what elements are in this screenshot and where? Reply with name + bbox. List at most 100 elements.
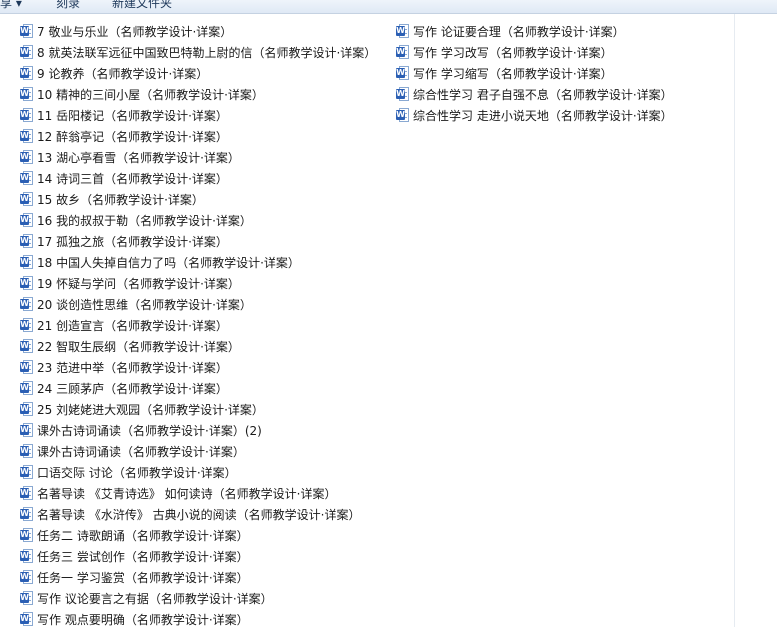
- word-document-icon: W: [20, 528, 33, 542]
- file-item[interactable]: W 名著导读 《艾青诗选》 如何读诗（名师教学设计·详案）: [20, 483, 336, 503]
- file-name: 课外古诗词诵读（名师教学设计·详案）: [37, 444, 245, 459]
- word-document-icon: W: [20, 150, 33, 164]
- file-item[interactable]: W 23 范进中举（名师教学设计·详案）: [20, 357, 228, 377]
- file-item[interactable]: W 21 创造宣言（名师教学设计·详案）: [20, 315, 228, 335]
- file-item[interactable]: W 写作 论证要合理（名师教学设计·详案）: [396, 21, 625, 41]
- word-document-icon: W: [20, 171, 33, 185]
- preview-pane: [735, 14, 777, 627]
- file-name: 任务三 尝试创作（名师教学设计·详案）: [37, 549, 249, 564]
- word-document-icon: W: [20, 465, 33, 479]
- file-item[interactable]: W 18 中国人失掉自信力了吗（名师教学设计·详案）: [20, 252, 300, 272]
- word-document-icon: W: [20, 255, 33, 269]
- file-item[interactable]: W 名著导读 《水浒传》 古典小说的阅读（名师教学设计·详案）: [20, 504, 360, 524]
- file-name: 12 醉翁亭记（名师教学设计·详案）: [37, 129, 228, 144]
- file-item[interactable]: W 20 谈创造性思维（名师教学设计·详案）: [20, 294, 252, 314]
- file-item[interactable]: W 任务三 尝试创作（名师教学设计·详案）: [20, 546, 249, 566]
- file-item[interactable]: W 19 怀疑与学问（名师教学设计·详案）: [20, 273, 240, 293]
- explorer-window: 享 ▾ 刻录 新建文件夹 W 7 敬业与乐业（名师教学设计·详案） W 8 就英法联军…: [0, 0, 777, 627]
- word-document-icon: W: [396, 24, 409, 38]
- file-name: 11 岳阳楼记（名师教学设计·详案）: [37, 108, 228, 123]
- new-folder-button[interactable]: 新建文件夹: [112, 0, 172, 11]
- word-document-icon: W: [396, 87, 409, 101]
- file-item[interactable]: W 任务一 学习鉴赏（名师教学设计·详案）: [20, 567, 249, 587]
- file-name: 10 精神的三间小屋（名师教学设计·详案）: [37, 87, 264, 102]
- word-document-icon: W: [20, 486, 33, 500]
- file-name: 综合性学习 走进小说天地（名师教学设计·详案）: [413, 108, 673, 123]
- file-list[interactable]: W 7 敬业与乐业（名师教学设计·详案） W 8 就英法联军远征中国致巴特勒上尉的信（…: [0, 14, 734, 627]
- file-item[interactable]: W 25 刘姥姥进大观园（名师教学设计·详案）: [20, 399, 264, 419]
- word-document-icon: W: [20, 339, 33, 353]
- file-item[interactable]: W 综合性学习 君子自强不息（名师教学设计·详案）: [396, 84, 673, 104]
- file-name: 18 中国人失掉自信力了吗（名师教学设计·详案）: [37, 255, 300, 270]
- share-menu-button[interactable]: 享 ▾: [0, 0, 22, 11]
- word-document-icon: W: [20, 381, 33, 395]
- word-document-icon: W: [396, 66, 409, 80]
- word-document-icon: W: [20, 87, 33, 101]
- file-item[interactable]: W 12 醉翁亭记（名师教学设计·详案）: [20, 126, 228, 146]
- file-name: 8 就英法联军远征中国致巴特勒上尉的信（名师教学设计·详案）: [37, 45, 377, 60]
- file-item[interactable]: W 写作 学习改写（名师教学设计·详案）: [396, 42, 613, 62]
- file-name: 17 孤独之旅（名师教学设计·详案）: [37, 234, 228, 249]
- word-document-icon: W: [396, 108, 409, 122]
- file-item[interactable]: W 11 岳阳楼记（名师教学设计·详案）: [20, 105, 228, 125]
- word-document-icon: W: [20, 45, 33, 59]
- word-document-icon: W: [20, 402, 33, 416]
- word-document-icon: W: [20, 24, 33, 38]
- file-item[interactable]: W 课外古诗词诵读（名师教学设计·详案）(2): [20, 420, 262, 440]
- file-item[interactable]: W 14 诗词三首（名师教学设计·详案）: [20, 168, 228, 188]
- word-document-icon: W: [20, 612, 33, 626]
- file-item[interactable]: W 写作 学习缩写（名师教学设计·详案）: [396, 63, 613, 83]
- file-name: 23 范进中举（名师教学设计·详案）: [37, 360, 228, 375]
- file-name: 任务一 学习鉴赏（名师教学设计·详案）: [37, 570, 249, 585]
- word-document-icon: W: [20, 66, 33, 80]
- word-document-icon: W: [20, 507, 33, 521]
- word-document-icon: W: [20, 360, 33, 374]
- file-item[interactable]: W 综合性学习 走进小说天地（名师教学设计·详案）: [396, 105, 673, 125]
- word-document-icon: W: [20, 234, 33, 248]
- file-name: 写作 议论要言之有据（名师教学设计·详案）: [37, 591, 273, 606]
- file-item[interactable]: W 24 三顾茅庐（名师教学设计·详案）: [20, 378, 228, 398]
- file-name: 写作 学习缩写（名师教学设计·详案）: [413, 66, 613, 81]
- word-document-icon: W: [20, 591, 33, 605]
- word-document-icon: W: [20, 129, 33, 143]
- file-item[interactable]: W 口语交际 讨论（名师教学设计·详案）: [20, 462, 237, 482]
- file-item[interactable]: W 课外古诗词诵读（名师教学设计·详案）: [20, 441, 245, 461]
- word-document-icon: W: [396, 45, 409, 59]
- file-item[interactable]: W 17 孤独之旅（名师教学设计·详案）: [20, 231, 228, 251]
- file-name: 15 故乡（名师教学设计·详案）: [37, 192, 204, 207]
- file-name: 14 诗词三首（名师教学设计·详案）: [37, 171, 228, 186]
- file-name: 写作 论证要合理（名师教学设计·详案）: [413, 24, 625, 39]
- file-name: 16 我的叔叔于勒（名师教学设计·详案）: [37, 213, 252, 228]
- file-item[interactable]: W 13 湖心亭看雪（名师教学设计·详案）: [20, 147, 240, 167]
- file-item[interactable]: W 7 敬业与乐业（名师教学设计·详案）: [20, 21, 232, 41]
- file-name: 写作 观点要明确（名师教学设计·详案）: [37, 612, 249, 627]
- word-document-icon: W: [20, 108, 33, 122]
- word-document-icon: W: [20, 297, 33, 311]
- file-item[interactable]: W 22 智取生辰纲（名师教学设计·详案）: [20, 336, 240, 356]
- file-name: 20 谈创造性思维（名师教学设计·详案）: [37, 297, 252, 312]
- file-item[interactable]: W 写作 观点要明确（名师教学设计·详案）: [20, 609, 249, 627]
- file-name: 7 敬业与乐业（名师教学设计·详案）: [37, 24, 233, 39]
- file-item[interactable]: W 8 就英法联军远征中国致巴特勒上尉的信（名师教学设计·详案）: [20, 42, 376, 62]
- word-document-icon: W: [20, 549, 33, 563]
- word-document-icon: W: [20, 276, 33, 290]
- word-document-icon: W: [20, 423, 33, 437]
- file-name: 口语交际 讨论（名师教学设计·详案）: [37, 465, 237, 480]
- file-item[interactable]: W 写作 议论要言之有据（名师教学设计·详案）: [20, 588, 273, 608]
- file-name: 13 湖心亭看雪（名师教学设计·详案）: [37, 150, 240, 165]
- file-name: 任务二 诗歌朗诵（名师教学设计·详案）: [37, 528, 249, 543]
- file-item[interactable]: W 15 故乡（名师教学设计·详案）: [20, 189, 204, 209]
- word-document-icon: W: [20, 318, 33, 332]
- command-bar: 享 ▾ 刻录 新建文件夹: [0, 0, 777, 14]
- file-name: 19 怀疑与学问（名师教学设计·详案）: [37, 276, 240, 291]
- file-name: 25 刘姥姥进大观园（名师教学设计·详案）: [37, 402, 264, 417]
- file-name: 名著导读 《水浒传》 古典小说的阅读（名师教学设计·详案）: [37, 507, 361, 522]
- file-item[interactable]: W 10 精神的三间小屋（名师教学设计·详案）: [20, 84, 264, 104]
- file-item[interactable]: W 16 我的叔叔于勒（名师教学设计·详案）: [20, 210, 252, 230]
- file-name: 22 智取生辰纲（名师教学设计·详案）: [37, 339, 240, 354]
- file-item[interactable]: W 9 论教养（名师教学设计·详案）: [20, 63, 208, 83]
- word-document-icon: W: [20, 213, 33, 227]
- burn-button[interactable]: 刻录: [56, 0, 80, 11]
- file-name: 名著导读 《艾青诗选》 如何读诗（名师教学设计·详案）: [37, 486, 337, 501]
- file-item[interactable]: W 任务二 诗歌朗诵（名师教学设计·详案）: [20, 525, 249, 545]
